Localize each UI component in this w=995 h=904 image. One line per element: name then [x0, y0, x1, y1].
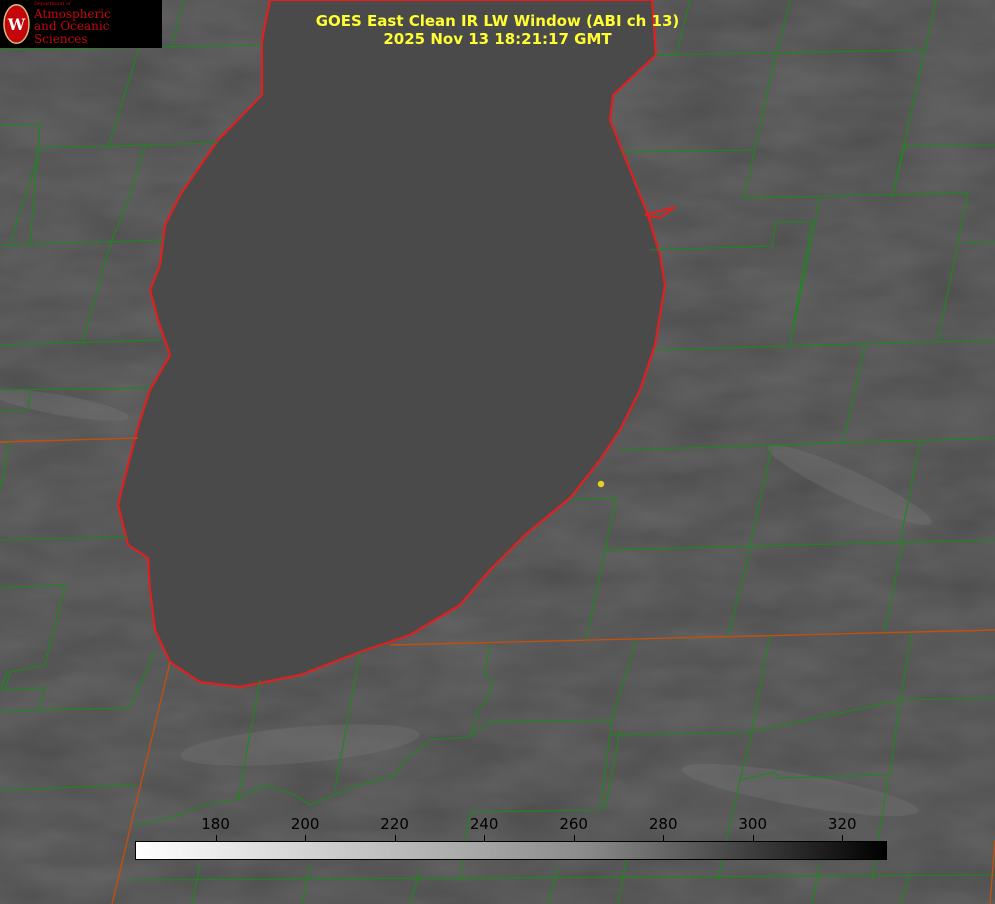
colorbar-tick-label: 300	[738, 815, 768, 833]
location-marker	[597, 480, 605, 488]
colorbar	[135, 841, 887, 860]
colorbar-tick-label: 200	[290, 815, 320, 833]
colorbar-tick-label: 280	[648, 815, 678, 833]
colorbar-tick-label: 220	[380, 815, 409, 833]
colorbar-tick-label: 240	[469, 815, 499, 833]
title-line1: GOES East Clean IR LW Window (ABI ch 13)	[315, 12, 680, 30]
image-title: GOES East Clean IR LW Window (ABI ch 13)…	[0, 12, 995, 48]
satellite-map	[0, 0, 995, 904]
colorbar-ticks: 180 200 220 240 260 280 300 320	[135, 815, 887, 841]
title-line2: 2025 Nov 13 18:21:17 GMT	[383, 30, 612, 48]
colorbar-tick-label: 260	[559, 815, 588, 833]
colorbar-tick-label: 180	[201, 815, 230, 833]
colorbar-tick-label: 320	[827, 815, 857, 833]
